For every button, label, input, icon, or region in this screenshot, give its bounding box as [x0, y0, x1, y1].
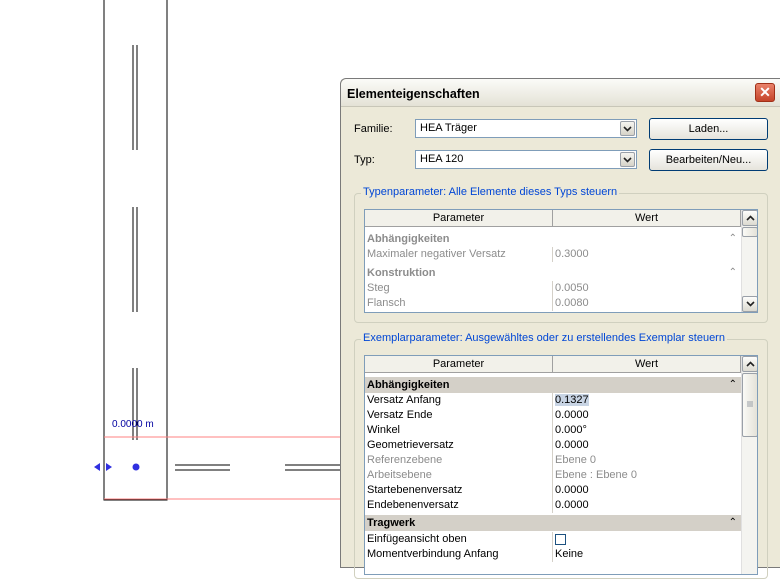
- parameter-row[interactable]: Flansch 0.0080: [365, 296, 741, 311]
- parameter-row[interactable]: Geometrieversatz 0.0000: [365, 438, 741, 453]
- close-button[interactable]: ✕: [755, 83, 775, 102]
- parameter-row[interactable]: Maximaler negativer Versatz 0.3000: [365, 247, 741, 262]
- parameter-value[interactable]: Keine: [553, 547, 741, 562]
- dialog-title: Elementeigenschaften: [347, 87, 480, 101]
- load-button[interactable]: Laden...: [649, 118, 768, 140]
- parameter-row[interactable]: Steg 0.0050: [365, 281, 741, 296]
- parameter-value: [553, 532, 741, 547]
- beam-centerlines: [132, 45, 138, 440]
- parameter-name: Geometrieversatz: [365, 438, 553, 453]
- parameter-name: Endebenenversatz: [365, 498, 553, 513]
- chevron-up-icon[interactable]: [742, 356, 757, 372]
- parameter-value[interactable]: 0.0000: [553, 408, 741, 423]
- chevron-down-icon[interactable]: [742, 296, 757, 312]
- family-value: HEA Träger: [420, 122, 477, 134]
- column-header-parameter[interactable]: Parameter: [365, 356, 553, 372]
- parameter-value[interactable]: 0.0000: [553, 483, 741, 498]
- category-row[interactable]: Konstruktion ⌃: [365, 265, 741, 281]
- category-label: Konstruktion: [367, 267, 436, 279]
- category-row[interactable]: Abhängigkeiten ⌃: [365, 231, 741, 247]
- parameter-name: Versatz Anfang: [365, 393, 553, 408]
- chevron-up-icon[interactable]: [742, 210, 757, 226]
- category-label: Abhängigkeiten: [367, 379, 450, 391]
- parameter-name: Momentverbindung Anfang: [365, 547, 553, 562]
- category-row[interactable]: Tragwerk ⌃: [365, 515, 741, 531]
- collapse-icon[interactable]: ⌃: [729, 515, 737, 531]
- parameter-row[interactable]: Startebenenversatz 0.0000: [365, 483, 741, 498]
- parameter-row[interactable]: Momentverbindung Anfang Keine: [365, 547, 741, 562]
- column-header-parameter[interactable]: Parameter: [365, 210, 553, 226]
- drag-arrows-icon[interactable]: [94, 463, 112, 471]
- selected-value[interactable]: 0.1327: [555, 394, 589, 406]
- parameter-row[interactable]: Einfügeansicht oben: [365, 532, 741, 547]
- parameter-name: Maximaler negativer Versatz: [365, 247, 553, 262]
- vertical-scrollbar[interactable]: [741, 356, 757, 574]
- parameter-name: Winkel: [365, 423, 553, 438]
- category-row[interactable]: Abhängigkeiten ⌃: [365, 377, 741, 393]
- beam-endpoint-grip[interactable]: [132, 463, 140, 471]
- parameter-row[interactable]: Versatz Ende 0.0000: [365, 408, 741, 423]
- category-label: Tragwerk: [367, 517, 416, 529]
- parameter-value[interactable]: 0.0080: [553, 296, 741, 311]
- parameter-row[interactable]: Referenzebene Ebene 0: [365, 453, 741, 468]
- instance-parameters-grid[interactable]: Parameter Wert Abhängigkeiten ⌃ Versatz …: [364, 355, 758, 575]
- column-header-value[interactable]: Wert: [553, 356, 741, 372]
- collapse-icon[interactable]: ⌃: [729, 265, 737, 281]
- element-properties-dialog: Elementeigenschaften ✕ Familie: HEA Träg…: [340, 78, 780, 579]
- family-label: Familie:: [354, 123, 393, 135]
- parameter-name: Steg: [365, 281, 553, 296]
- parameter-value[interactable]: 0.0000: [553, 498, 741, 513]
- instance-parameters-title: Exemplarparameter: Ausgewähltes oder zu …: [361, 332, 727, 344]
- column-header-value[interactable]: Wert: [553, 210, 741, 226]
- parameter-value: Ebene : Ebene 0: [555, 469, 637, 481]
- dimension-label[interactable]: 0.0000 m: [112, 419, 154, 430]
- parameter-value[interactable]: 0.000°: [553, 423, 741, 438]
- parameter-name: Referenzebene: [365, 453, 553, 468]
- parameter-value[interactable]: 0.0050: [553, 281, 741, 296]
- parameter-value[interactable]: 0.3000: [553, 247, 741, 262]
- grid-header: Parameter Wert: [365, 356, 741, 373]
- parameter-row[interactable]: Versatz Anfang 0.1327: [365, 393, 741, 408]
- parameter-row[interactable]: Winkel 0.000°: [365, 423, 741, 438]
- chevron-down-icon[interactable]: [620, 152, 635, 167]
- chevron-down-icon[interactable]: [620, 121, 635, 136]
- parameter-value-input[interactable]: 0.1327: [553, 393, 741, 408]
- beam-stub-lines: [175, 464, 342, 471]
- parameter-row[interactable]: Arbeitsebene Ebene : Ebene 0: [365, 468, 741, 483]
- type-label: Typ:: [354, 154, 375, 166]
- scroll-thumb[interactable]: [742, 373, 757, 437]
- parameter-name: Arbeitsebene: [365, 468, 553, 483]
- category-label: Abhängigkeiten: [367, 233, 450, 245]
- type-select[interactable]: HEA 120: [415, 150, 637, 169]
- parameter-value: Ebene 0: [555, 454, 596, 466]
- scroll-thumb[interactable]: [742, 227, 757, 237]
- parameter-value[interactable]: 0.0000: [553, 438, 741, 453]
- grip-icon: [747, 401, 753, 407]
- parameter-name: Versatz Ende: [365, 408, 553, 423]
- parameter-name: Flansch: [365, 296, 553, 311]
- dialog-titlebar[interactable]: Elementeigenschaften ✕: [341, 79, 780, 107]
- collapse-icon[interactable]: ⌃: [729, 377, 737, 393]
- vertical-scrollbar[interactable]: [741, 210, 757, 312]
- type-parameters-grid[interactable]: Parameter Wert Abhängigkeiten ⌃ Maximale…: [364, 209, 758, 313]
- reference-lines: [104, 436, 342, 500]
- grid-header: Parameter Wert: [365, 210, 741, 227]
- type-value: HEA 120: [420, 153, 464, 165]
- close-icon: ✕: [759, 84, 771, 100]
- top-view-checkbox[interactable]: [555, 534, 566, 545]
- type-parameters-title: Typenparameter: Alle Elemente dieses Typ…: [361, 186, 620, 198]
- parameter-name: Einfügeansicht oben: [365, 532, 553, 547]
- collapse-icon[interactable]: ⌃: [729, 231, 737, 247]
- parameter-name: Startebenenversatz: [365, 483, 553, 498]
- edit-new-button[interactable]: Bearbeiten/Neu...: [649, 149, 768, 171]
- parameter-row[interactable]: Endebenenversatz 0.0000: [365, 498, 741, 513]
- family-select[interactable]: HEA Träger: [415, 119, 637, 138]
